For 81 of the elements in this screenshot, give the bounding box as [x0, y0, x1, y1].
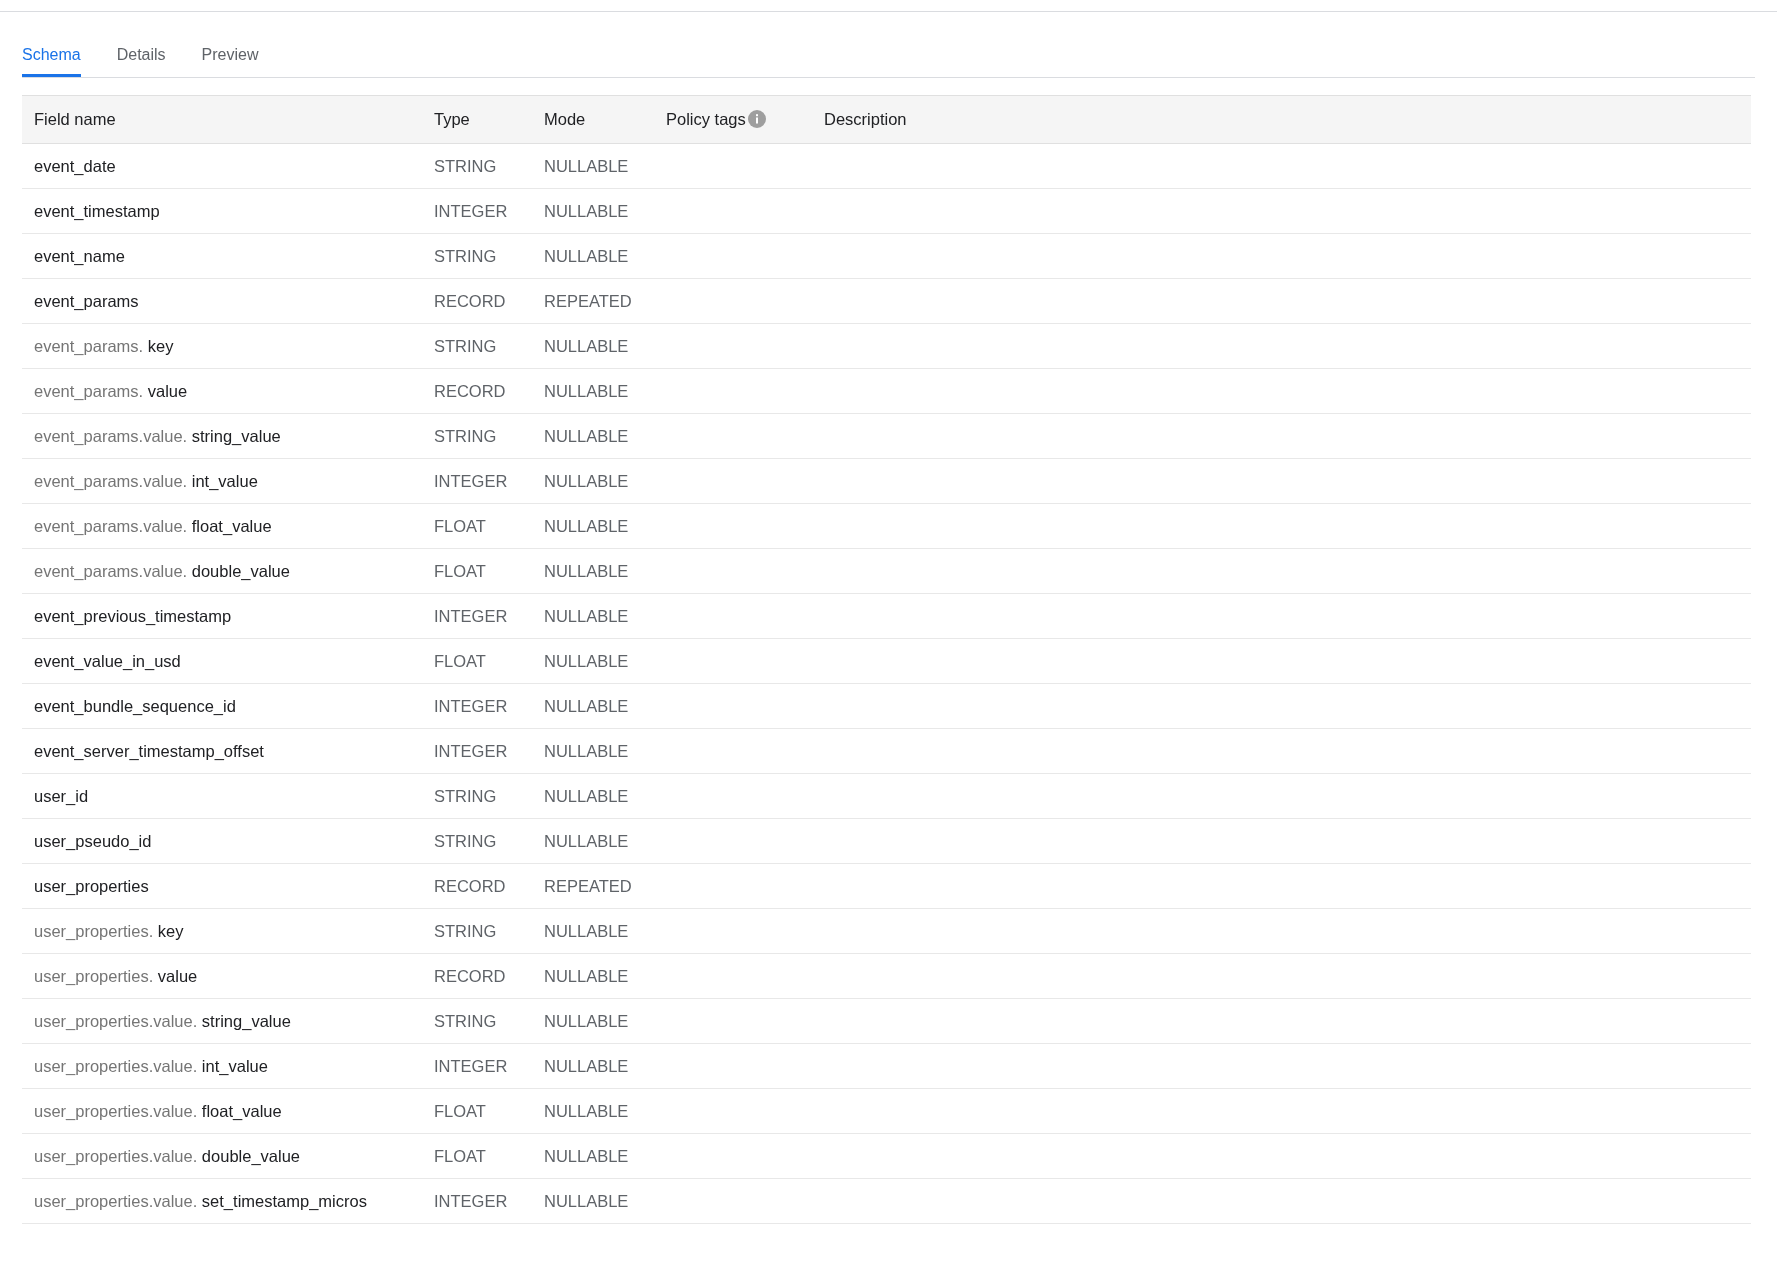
column-header: Policy tags	[666, 110, 746, 128]
field-type: STRING	[422, 413, 532, 459]
field-type: RECORD	[422, 863, 532, 909]
info-icon[interactable]	[747, 110, 766, 128]
column-header: Mode	[544, 110, 586, 128]
field-type: STRING	[422, 998, 532, 1044]
field-name: event_params.value. double_value	[22, 548, 422, 594]
field-name: user_properties	[22, 863, 422, 909]
field-name: user_pseudo_id	[22, 818, 422, 864]
field-mode: NULLABLE	[532, 233, 654, 279]
field-type: FLOAT	[422, 1088, 532, 1134]
field-type: STRING	[422, 908, 532, 954]
field-name: event_date	[22, 143, 422, 189]
tab[interactable]: Preview	[201, 46, 259, 77]
tab[interactable]: Details	[116, 46, 166, 77]
column-header: Type	[434, 110, 470, 128]
field-mode: NULLABLE	[532, 458, 654, 504]
field-mode: NULLABLE	[532, 1088, 654, 1134]
field-type: STRING	[422, 143, 532, 189]
field-mode: NULLABLE	[532, 773, 654, 819]
field-name: event_params.value. string_value	[22, 413, 422, 459]
field-mode: NULLABLE	[532, 368, 654, 414]
field-type: RECORD	[422, 278, 532, 324]
field-type: INTEGER	[422, 1043, 532, 1089]
field-mode: NULLABLE	[532, 683, 654, 729]
field-mode: NULLABLE	[532, 998, 654, 1044]
field-type: FLOAT	[422, 638, 532, 684]
field-name: event_bundle_sequence_id	[22, 683, 422, 729]
field-name: event_previous_timestamp	[22, 593, 422, 639]
field-type: RECORD	[422, 368, 532, 414]
field-mode: NULLABLE	[532, 188, 654, 234]
field-type: INTEGER	[422, 728, 532, 774]
field-mode: NULLABLE	[532, 593, 654, 639]
field-name: event_params.value. int_value	[22, 458, 422, 504]
field-mode: REPEATED	[532, 278, 654, 324]
field-type: INTEGER	[422, 188, 532, 234]
field-type: INTEGER	[422, 593, 532, 639]
field-mode: NULLABLE	[532, 1178, 654, 1224]
field-mode: NULLABLE	[532, 548, 654, 594]
field-mode: NULLABLE	[532, 638, 654, 684]
field-mode: NULLABLE	[532, 1133, 654, 1179]
field-name: user_properties.value. int_value	[22, 1043, 422, 1089]
field-name: event_name	[22, 233, 422, 279]
field-mode: REPEATED	[532, 863, 654, 909]
field-type: INTEGER	[422, 683, 532, 729]
field-mode: NULLABLE	[532, 818, 654, 864]
field-mode: NULLABLE	[532, 1043, 654, 1089]
field-type: RECORD	[422, 953, 532, 999]
field-name: event_timestamp	[22, 188, 422, 234]
field-name: user_properties.value. string_value	[22, 998, 422, 1044]
field-type: STRING	[422, 818, 532, 864]
field-name: event_server_timestamp_offset	[22, 728, 422, 774]
field-name: event_params. value	[22, 368, 422, 414]
field-mode: NULLABLE	[532, 908, 654, 954]
field-name: event_params	[22, 278, 422, 324]
tab[interactable]: Schema	[22, 46, 81, 77]
field-mode: NULLABLE	[532, 413, 654, 459]
field-name: event_params. key	[22, 323, 422, 369]
field-type: STRING	[422, 233, 532, 279]
field-name: user_properties. value	[22, 953, 422, 999]
field-type: STRING	[422, 773, 532, 819]
field-mode: NULLABLE	[532, 323, 654, 369]
field-type: FLOAT	[422, 548, 532, 594]
field-name: user_properties.value. double_value	[22, 1133, 422, 1179]
field-name: user_properties.value. float_value	[22, 1088, 422, 1134]
field-mode: NULLABLE	[532, 728, 654, 774]
field-mode: NULLABLE	[532, 143, 654, 189]
field-name: user_properties. key	[22, 908, 422, 954]
field-name: event_value_in_usd	[22, 638, 422, 684]
field-type: FLOAT	[422, 1133, 532, 1179]
field-name: event_params.value. float_value	[22, 503, 422, 549]
field-name: user_id	[22, 773, 422, 819]
field-mode: NULLABLE	[532, 953, 654, 999]
field-type: FLOAT	[422, 503, 532, 549]
field-type: STRING	[422, 323, 532, 369]
field-name: user_properties.value. set_timestamp_micros	[22, 1178, 422, 1224]
column-header: Field name	[34, 110, 116, 128]
field-mode: NULLABLE	[532, 503, 654, 549]
field-type: INTEGER	[422, 458, 532, 504]
column-header: Description	[824, 110, 907, 128]
field-type: INTEGER	[422, 1178, 532, 1224]
